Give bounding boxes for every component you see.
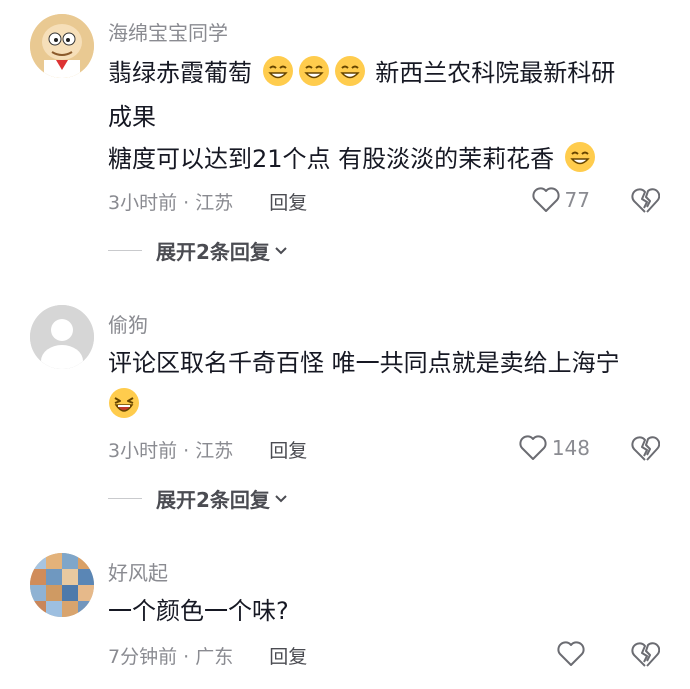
comment-text: 新西兰农科院最新科研 <box>375 59 616 87</box>
avatar[interactable] <box>30 305 94 369</box>
heart-outline-icon <box>531 187 560 212</box>
comment-meta: 3小时前 · 江苏 回复 <box>108 188 307 215</box>
cartoon-avatar-icon <box>30 14 94 78</box>
comment-text: 翡绿赤霞葡萄 <box>108 59 252 87</box>
chevron-down-icon <box>275 246 287 254</box>
comment-text-line <box>108 384 142 426</box>
comment-meta: 3小时前 · 江苏 回复 <box>108 436 307 463</box>
broken-heart-icon[interactable] <box>630 186 660 216</box>
reply-button[interactable]: 回复 <box>269 192 307 214</box>
avatar[interactable] <box>30 14 94 78</box>
comment-text-line: 翡绿赤霞葡萄 新西兰农科院最新科研 <box>108 52 615 94</box>
reply-button[interactable]: 回复 <box>269 646 307 668</box>
heart-outline-icon <box>557 641 585 666</box>
mosaic-avatar-icon <box>30 553 94 617</box>
smiling-emoji-icon <box>564 142 595 172</box>
reply-button[interactable]: 回复 <box>269 440 307 462</box>
time-location: 3小时前 · 江苏 <box>108 440 234 462</box>
smiling-emoji-icon <box>298 56 329 86</box>
comment-text-line: 糖度可以达到21个点 有股淡淡的茉莉花香 <box>108 138 598 180</box>
like-button[interactable] <box>556 640 590 668</box>
comment-text: 评论区取名千奇百怪 唯一共同点就是卖给上海宁 <box>108 349 620 377</box>
default-avatar-icon <box>30 305 94 369</box>
divider <box>108 498 142 499</box>
divider <box>108 250 142 251</box>
like-button[interactable]: 77 <box>531 186 590 214</box>
smiling-emoji-icon <box>262 56 293 86</box>
expand-replies-button[interactable]: 展开2条回复 <box>108 236 288 265</box>
chevron-down-icon <box>275 494 287 502</box>
laughing-emoji-icon <box>109 388 139 418</box>
broken-heart-icon[interactable] <box>630 434 660 464</box>
heart-outline-icon <box>519 435 547 460</box>
broken-heart-icon[interactable] <box>630 640 660 670</box>
time-location: 7分钟前 · 广东 <box>108 646 234 668</box>
comment-text: 糖度可以达到21个点 有股淡淡的茉莉花香 <box>108 145 555 173</box>
expand-replies-button[interactable]: 展开2条回复 <box>108 484 288 513</box>
expand-replies-label: 展开2条回复 <box>156 240 270 264</box>
avatar[interactable] <box>30 553 94 617</box>
like-count: 77 <box>564 188 590 212</box>
username[interactable]: 好风起 <box>108 557 168 586</box>
username[interactable]: 偷狗 <box>108 309 148 338</box>
comment-text: 成果 <box>108 103 156 131</box>
expand-replies-label: 展开2条回复 <box>156 488 270 512</box>
comment-text: 一个颜色一个味? <box>108 597 289 625</box>
smiling-emoji-icon <box>334 56 365 86</box>
like-count: 148 <box>551 436 590 460</box>
like-button[interactable]: 148 <box>518 434 590 462</box>
comment-meta: 7分钟前 · 广东 回复 <box>108 642 307 669</box>
username[interactable]: 海绵宝宝同学 <box>108 17 228 46</box>
time-location: 3小时前 · 江苏 <box>108 192 234 214</box>
